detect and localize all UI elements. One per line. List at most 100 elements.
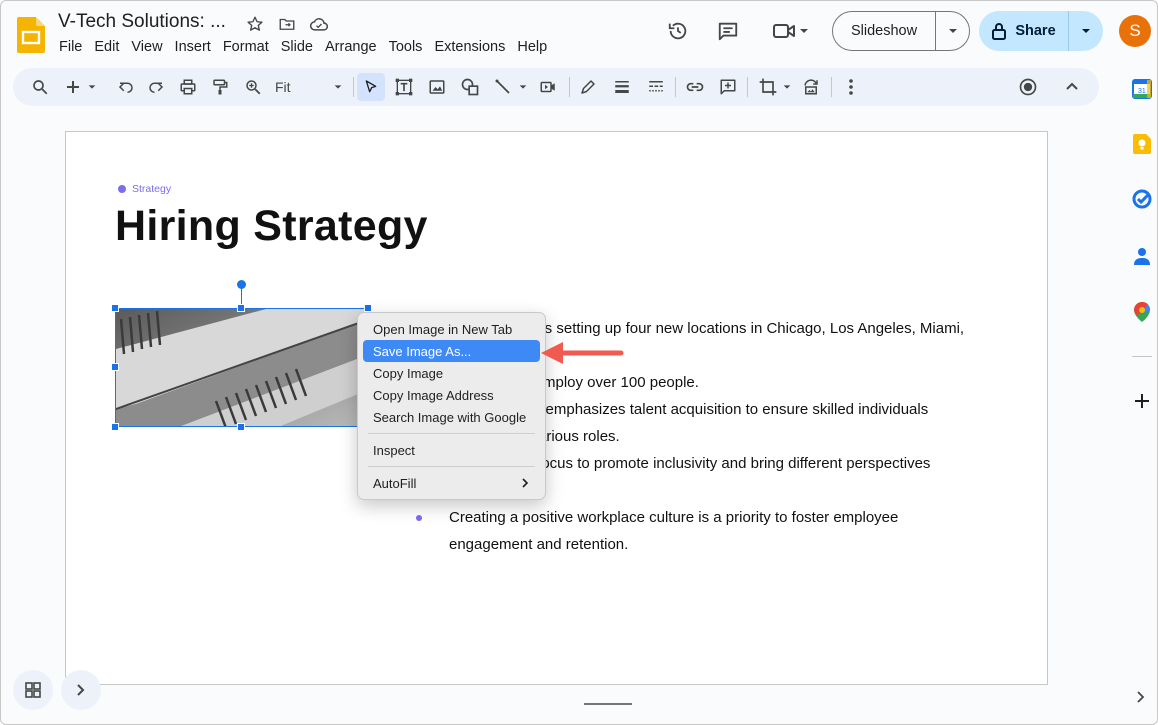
menu-copy-image-address[interactable]: Copy Image Address (363, 384, 540, 406)
menu-autofill[interactable]: AutoFill (363, 472, 540, 494)
selected-image[interactable] (115, 308, 369, 427)
zoom-select[interactable]: Fit (271, 73, 347, 101)
chevron-up-icon (1066, 82, 1078, 90)
print-button[interactable] (175, 73, 201, 101)
undo-icon (118, 82, 133, 93)
star-icon[interactable] (244, 13, 266, 35)
text-box-button[interactable] (391, 73, 417, 101)
paint-format-button[interactable] (207, 73, 233, 101)
select-tool-button[interactable] (357, 73, 385, 101)
resize-handle[interactable] (111, 363, 119, 371)
cursor-arrow-icon (365, 80, 377, 93)
menu-copy-image[interactable]: Copy Image (363, 362, 540, 384)
resize-handle[interactable] (237, 304, 245, 312)
architecture-photo (116, 309, 368, 426)
rotation-handle[interactable] (237, 280, 246, 289)
speaker-notes-drag-handle[interactable] (584, 703, 632, 705)
eyebrow: Strategy (118, 183, 171, 195)
crop-image-button[interactable] (754, 73, 796, 101)
history-icon (668, 22, 687, 40)
border-weight-button[interactable] (609, 73, 635, 101)
menu-help[interactable]: Help (511, 38, 553, 56)
undo-button[interactable] (113, 73, 139, 101)
menu-extensions[interactable]: Extensions (428, 38, 511, 56)
chevron-right-icon[interactable] (1135, 689, 1147, 705)
add-comment-icon (720, 79, 736, 95)
title-actions (244, 13, 330, 35)
grid-view-button[interactable] (13, 670, 53, 710)
cloud-saved-icon[interactable] (308, 13, 330, 35)
caret-down-icon (88, 85, 96, 89)
share-label: Share (1015, 23, 1056, 39)
slides-logo-icon[interactable] (17, 17, 45, 53)
menu-insert[interactable]: Insert (169, 38, 217, 56)
menu-tools[interactable]: Tools (383, 38, 429, 56)
reset-image-button[interactable] (798, 73, 824, 101)
side-panel-divider (1132, 356, 1152, 357)
menu-open-image-new-tab[interactable]: Open Image in New Tab (363, 318, 540, 340)
share-options-button[interactable] (1069, 11, 1103, 51)
caret-down-icon (334, 85, 342, 89)
record-icon (1019, 78, 1037, 96)
bullet-item: Creating a positive workplace culture is… (416, 504, 1009, 558)
add-addon-icon[interactable] (1132, 391, 1152, 411)
insert-image-button[interactable] (424, 73, 450, 101)
border-color-button[interactable] (575, 73, 601, 101)
print-icon (180, 79, 196, 95)
move-folder-icon[interactable] (276, 13, 298, 35)
menu-edit[interactable]: Edit (88, 38, 125, 56)
caret-down-icon (1082, 29, 1090, 33)
toolbar-divider (747, 77, 748, 97)
more-options-button[interactable] (839, 73, 863, 101)
tasks-icon[interactable] (1132, 189, 1152, 209)
contacts-icon[interactable] (1132, 246, 1152, 266)
maps-icon[interactable] (1132, 302, 1152, 322)
menu-file[interactable]: File (59, 38, 88, 56)
search-menus-button[interactable] (27, 73, 53, 101)
zoom-button[interactable] (240, 73, 266, 101)
eyebrow-text[interactable]: Strategy (132, 183, 171, 195)
account-avatar[interactable]: S (1119, 15, 1151, 47)
menu-view[interactable]: View (125, 38, 168, 56)
show-filmstrip-button[interactable] (61, 670, 101, 710)
image-icon (429, 80, 445, 94)
keep-icon[interactable] (1132, 134, 1152, 154)
slideshow-button[interactable]: Slideshow (833, 12, 936, 50)
insert-video-button[interactable] (535, 73, 561, 101)
insert-link-button[interactable] (682, 73, 708, 101)
menu-inspect[interactable]: Inspect (363, 439, 540, 461)
video-icon (540, 81, 555, 93)
menu-save-image-as[interactable]: Save Image As... (363, 340, 540, 362)
resize-handle[interactable] (111, 304, 119, 312)
meet-button[interactable] (766, 11, 816, 51)
slide-title[interactable]: Hiring Strategy (115, 202, 428, 251)
shape-button[interactable] (457, 73, 483, 101)
resize-handle[interactable] (237, 423, 245, 431)
resize-handle[interactable] (111, 423, 119, 431)
record-button[interactable] (1015, 73, 1041, 101)
version-history-button[interactable] (664, 11, 692, 51)
menu-autofill-label: AutoFill (373, 475, 417, 491)
border-dash-button[interactable] (643, 73, 669, 101)
share-button[interactable]: Share (979, 11, 1069, 51)
add-comment-button[interactable] (715, 73, 741, 101)
new-slide-button[interactable] (61, 73, 101, 101)
chevron-right-icon (522, 478, 529, 488)
resize-handle[interactable] (364, 304, 372, 312)
document-title[interactable]: V-Tech Solutions: ... (58, 11, 226, 33)
slideshow-options-button[interactable] (936, 12, 969, 50)
menu-arrange[interactable]: Arrange (319, 38, 383, 56)
toolbar-divider (831, 77, 832, 97)
eyebrow-dot (118, 185, 126, 193)
bullet-dot (416, 515, 422, 521)
text-box-icon (395, 78, 413, 96)
menu-slide[interactable]: Slide (275, 38, 319, 56)
comments-button[interactable] (714, 11, 742, 51)
menu-format[interactable]: Format (217, 38, 275, 56)
calendar-icon[interactable]: 31 (1132, 79, 1152, 99)
line-button[interactable] (489, 73, 533, 101)
redo-button[interactable] (143, 73, 169, 101)
menu-search-image-google[interactable]: Search Image with Google (363, 406, 540, 428)
collapse-menus-button[interactable] (1059, 73, 1085, 101)
shapes-icon (461, 78, 479, 96)
